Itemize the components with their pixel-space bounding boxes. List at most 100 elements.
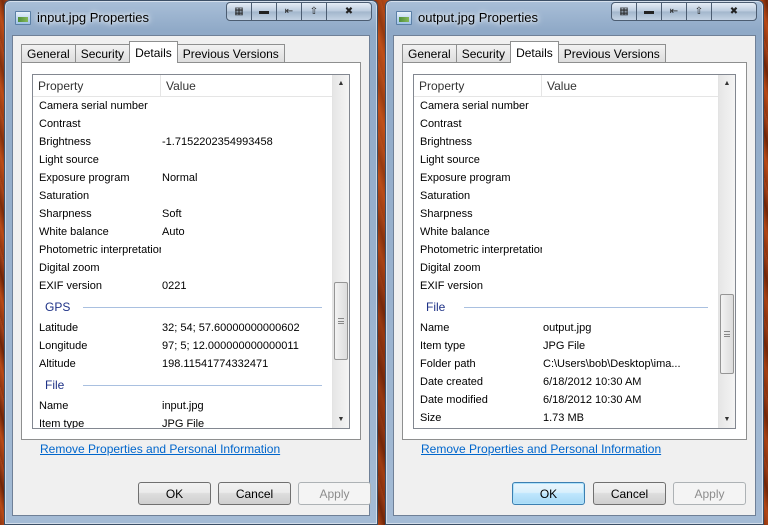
list-item[interactable]: Digital zoom bbox=[33, 259, 332, 277]
minimize-button[interactable]: ▬ bbox=[636, 2, 662, 21]
list-item[interactable]: Contrast bbox=[414, 115, 718, 133]
tab-strip: General Security Details Previous Versio… bbox=[21, 41, 285, 63]
property-name: Altitude bbox=[39, 358, 76, 370]
list-item[interactable]: EXIF version 0221 bbox=[33, 277, 332, 295]
scroll-up-icon[interactable]: ▲ bbox=[333, 75, 349, 92]
list-item[interactable]: Camera serial number bbox=[33, 97, 332, 115]
image-file-icon bbox=[396, 11, 412, 25]
property-value: 0221 bbox=[162, 280, 187, 292]
list-item[interactable]: Sharpness bbox=[414, 205, 718, 223]
scroll-thumb[interactable] bbox=[720, 294, 734, 374]
tab-security[interactable]: Security bbox=[455, 44, 512, 63]
tab-details[interactable]: Details bbox=[129, 41, 178, 63]
column-header-value[interactable]: Value bbox=[161, 75, 196, 97]
list-item[interactable]: Name output.jpg bbox=[414, 319, 718, 337]
minimize-button[interactable]: ▬ bbox=[251, 2, 277, 21]
list-item[interactable]: White balance Auto bbox=[33, 223, 332, 241]
caption-buttons: ▦ ▬ ⇤ ⇧ ✖ bbox=[226, 2, 372, 21]
list-item[interactable]: Camera serial number bbox=[414, 97, 718, 115]
tab-previous-versions[interactable]: Previous Versions bbox=[176, 44, 285, 63]
maximize-button[interactable]: ⇧ bbox=[301, 2, 327, 21]
apply-button[interactable]: Apply bbox=[298, 482, 371, 505]
restore-button[interactable]: ⇤ bbox=[661, 2, 687, 21]
property-name: EXIF version bbox=[420, 280, 483, 292]
tab-general[interactable]: General bbox=[402, 44, 457, 63]
list-item[interactable]: Photometric interpretation bbox=[33, 241, 332, 259]
list-item[interactable]: Saturation bbox=[33, 187, 332, 205]
list-item[interactable]: Exposure program Normal bbox=[33, 169, 332, 187]
ok-button[interactable]: OK bbox=[512, 482, 585, 505]
tab-details[interactable]: Details bbox=[510, 41, 559, 63]
property-list[interactable]: Property Value Camera serial number Cont… bbox=[413, 74, 736, 429]
list-item[interactable]: Saturation bbox=[414, 187, 718, 205]
thumbnail-button[interactable]: ▦ bbox=[611, 2, 637, 21]
title-bar[interactable]: input.jpg Properties ▦ ▬ ⇤ ⇧ ✖ bbox=[5, 1, 377, 35]
column-header-value[interactable]: Value bbox=[542, 75, 577, 97]
scroll-down-icon[interactable]: ▼ bbox=[719, 411, 735, 428]
vertical-scrollbar[interactable]: ▲ ▼ bbox=[332, 75, 349, 428]
property-name: Camera serial number bbox=[39, 100, 148, 112]
list-item[interactable]: Exposure program bbox=[414, 169, 718, 187]
property-value: -1.7152202354993458 bbox=[162, 136, 273, 148]
list-item[interactable]: Brightness bbox=[414, 133, 718, 151]
list-item[interactable]: Digital zoom bbox=[414, 259, 718, 277]
list-item[interactable]: Size 1.73 MB bbox=[414, 409, 718, 427]
tab-general[interactable]: General bbox=[21, 44, 76, 63]
property-name: Digital zoom bbox=[39, 262, 100, 274]
property-name: Longitude bbox=[39, 340, 88, 352]
tab-previous-versions[interactable]: Previous Versions bbox=[557, 44, 666, 63]
maximize-button[interactable]: ⇧ bbox=[686, 2, 712, 21]
close-button[interactable]: ✖ bbox=[326, 2, 372, 21]
ok-button[interactable]: OK bbox=[138, 482, 211, 505]
scroll-down-icon[interactable]: ▼ bbox=[333, 411, 349, 428]
vertical-scrollbar[interactable]: ▲ ▼ bbox=[718, 75, 735, 428]
list-item[interactable]: Date created 6/18/2012 10:30 AM bbox=[414, 373, 718, 391]
group-header-file[interactable]: File bbox=[414, 295, 718, 319]
list-item[interactable]: Item type JPG File bbox=[414, 337, 718, 355]
list-item[interactable]: Light source bbox=[33, 151, 332, 169]
dialog-body: General Security Details Previous Versio… bbox=[393, 35, 756, 516]
input-properties-window: input.jpg Properties ▦ ▬ ⇤ ⇧ ✖ General S… bbox=[4, 0, 378, 525]
property-value: input.jpg bbox=[162, 400, 204, 412]
property-name: EXIF version bbox=[39, 280, 102, 292]
column-header-property[interactable]: Property bbox=[33, 75, 161, 97]
list-item[interactable]: Light source bbox=[414, 151, 718, 169]
list-item[interactable]: Photometric interpretation bbox=[414, 241, 718, 259]
scroll-thumb[interactable] bbox=[334, 282, 348, 360]
list-item[interactable]: Altitude 198.11541774332471 bbox=[33, 355, 332, 373]
apply-button[interactable]: Apply bbox=[673, 482, 746, 505]
list-item[interactable]: Longitude 97; 5; 12.000000000000011 bbox=[33, 337, 332, 355]
list-rows: Camera serial number Contrast Brightness… bbox=[33, 97, 332, 428]
restore-button[interactable]: ⇤ bbox=[276, 2, 302, 21]
list-item[interactable]: White balance bbox=[414, 223, 718, 241]
group-header-gps[interactable]: GPS bbox=[33, 295, 332, 319]
group-label: File bbox=[414, 300, 452, 314]
scroll-up-icon[interactable]: ▲ bbox=[719, 75, 735, 92]
thumbnail-button[interactable]: ▦ bbox=[226, 2, 252, 21]
property-value: 6/18/2012 10:30 AM bbox=[543, 394, 642, 406]
list-item[interactable]: Latitude 32; 54; 57.60000000000602 bbox=[33, 319, 332, 337]
column-header-property[interactable]: Property bbox=[414, 75, 542, 97]
remove-properties-link[interactable]: Remove Properties and Personal Informati… bbox=[40, 442, 280, 456]
property-name: Photometric interpretation bbox=[39, 244, 161, 256]
close-button[interactable]: ✖ bbox=[711, 2, 757, 21]
list-item[interactable]: Sharpness Soft bbox=[33, 205, 332, 223]
property-list[interactable]: Property Value Camera serial number Cont… bbox=[32, 74, 350, 429]
property-name: Saturation bbox=[39, 190, 90, 202]
property-name: Name bbox=[420, 322, 450, 334]
remove-properties-link[interactable]: Remove Properties and Personal Informati… bbox=[421, 442, 661, 456]
list-item[interactable]: Item type JPG File bbox=[33, 415, 332, 428]
tab-security[interactable]: Security bbox=[74, 44, 131, 63]
window-title: input.jpg Properties bbox=[37, 10, 150, 25]
cancel-button[interactable]: Cancel bbox=[218, 482, 291, 505]
group-header-file[interactable]: File bbox=[33, 373, 332, 397]
list-item[interactable]: EXIF version bbox=[414, 277, 718, 295]
cancel-button[interactable]: Cancel bbox=[593, 482, 666, 505]
list-item[interactable]: Contrast bbox=[33, 115, 332, 133]
title-bar[interactable]: output.jpg Properties ▦ ▬ ⇤ ⇧ ✖ bbox=[386, 1, 763, 35]
list-item[interactable]: Name input.jpg bbox=[33, 397, 332, 415]
list-item[interactable]: Brightness -1.7152202354993458 bbox=[33, 133, 332, 151]
group-label: File bbox=[33, 378, 71, 392]
list-item[interactable]: Folder path C:\Users\bob\Desktop\ima... bbox=[414, 355, 718, 373]
list-item[interactable]: Date modified 6/18/2012 10:30 AM bbox=[414, 391, 718, 409]
